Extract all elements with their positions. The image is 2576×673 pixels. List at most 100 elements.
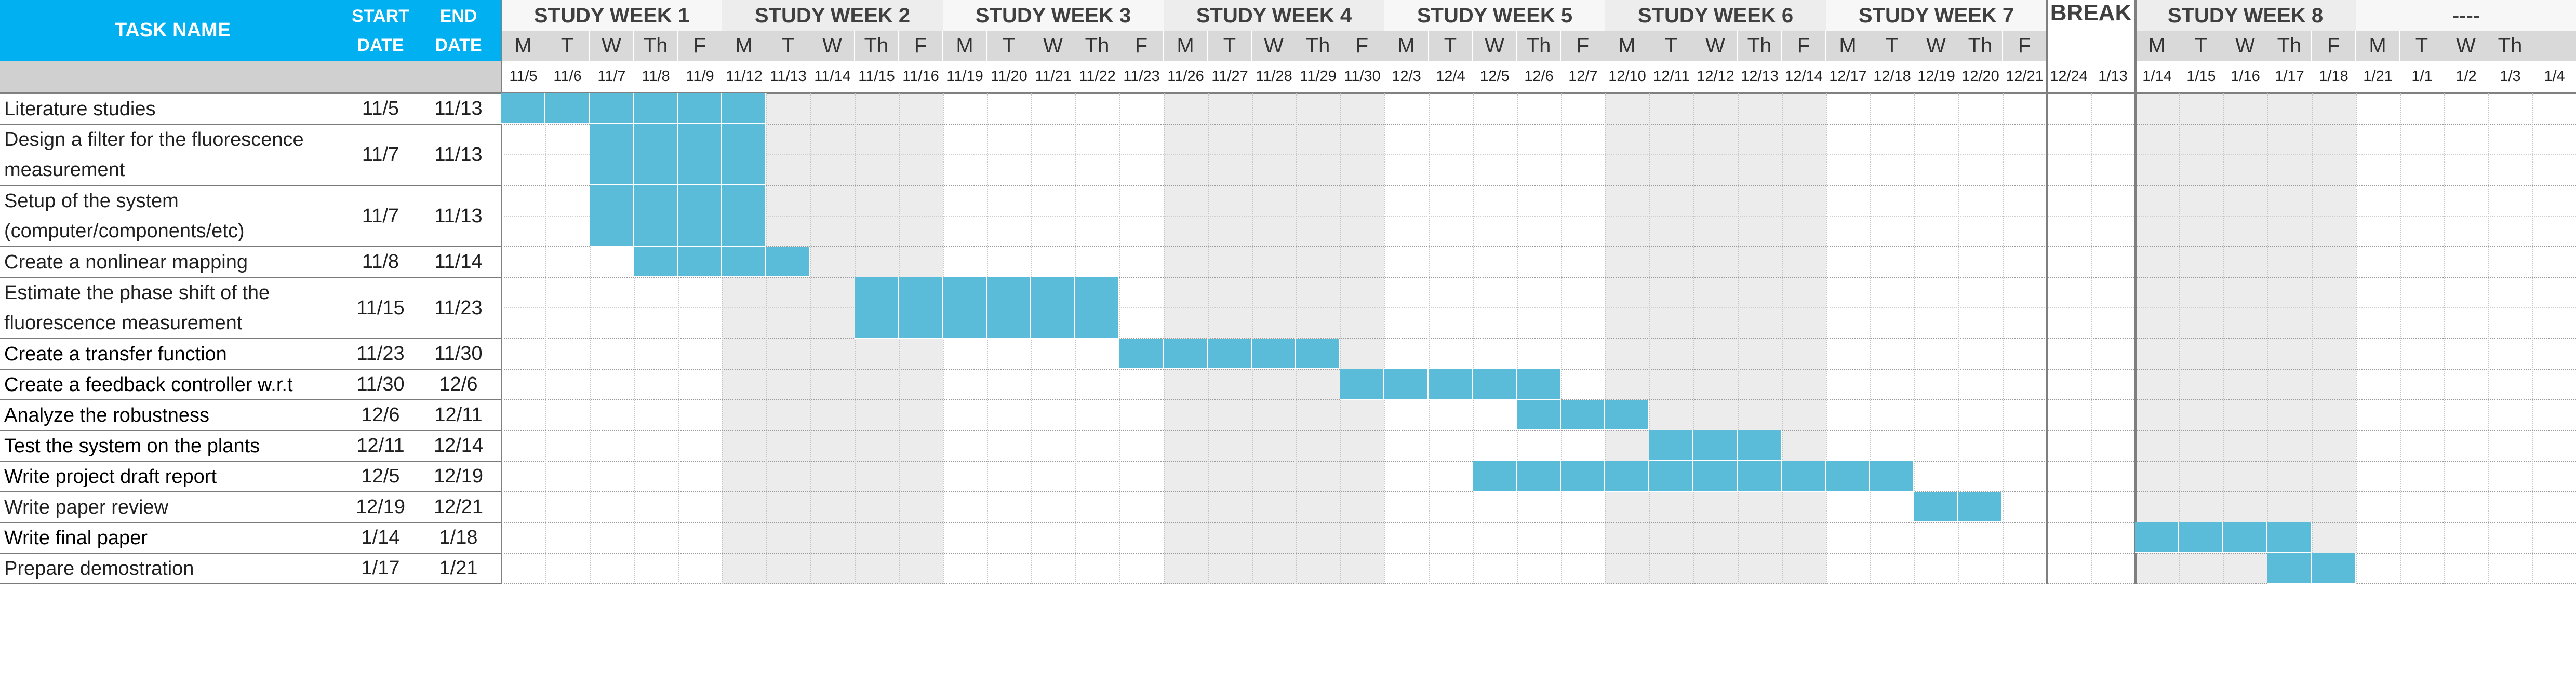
- date-header: 11/19: [946, 68, 983, 85]
- day-header: M: [2356, 31, 2400, 61]
- day-header: M: [1826, 31, 1870, 61]
- gantt-bar-segment: [1914, 492, 1958, 522]
- day-header: T: [2400, 31, 2444, 61]
- week-header: BREAK: [2047, 0, 2135, 31]
- column-gridline: [2400, 93, 2401, 584]
- task-name-header-label: TASK NAME: [114, 19, 231, 41]
- day-header: W: [2444, 31, 2488, 61]
- day-header: W: [2223, 31, 2267, 61]
- gantt-bar-segment: [678, 185, 722, 247]
- gantt-bar-segment: [722, 185, 766, 247]
- gantt-bar-segment: [2179, 522, 2223, 553]
- task-name-cell: Analyze the robustness: [4, 404, 210, 426]
- date-header: 12/3: [1392, 68, 1421, 85]
- date-header: 12/4: [1436, 68, 1465, 85]
- task-name-cell: Create a feedback controller w.r.t: [4, 373, 293, 396]
- task-start-date: 1/14: [361, 527, 400, 548]
- gantt-bar-segment: [1958, 492, 2003, 522]
- task-name-cell: Literature studies: [4, 98, 156, 120]
- task-start-date: 1/17: [361, 557, 400, 579]
- day-header: T: [987, 31, 1031, 61]
- column-gridline: [2312, 93, 2313, 584]
- gantt-bar-segment: [1340, 369, 1384, 400]
- date-header: 12/13: [1741, 68, 1779, 85]
- date-header: 1/18: [2319, 68, 2348, 85]
- date-header: 12/5: [1480, 68, 1510, 85]
- gantt-bar-segment: [501, 93, 545, 124]
- column-gridline: [545, 93, 546, 584]
- column-gridline: [899, 93, 900, 584]
- task-start-date: 11/23: [356, 343, 405, 365]
- day-header: Th: [1075, 31, 1119, 61]
- task-start-date: 11/5: [362, 98, 399, 119]
- day-header: M: [2135, 31, 2179, 61]
- column-gridline: [2223, 93, 2224, 584]
- row-gridline: [501, 338, 2576, 339]
- column-gridline: [1031, 93, 1032, 584]
- gantt-bar-segment: [899, 277, 943, 339]
- day-header: F: [1119, 31, 1164, 61]
- date-header: 11/14: [814, 68, 851, 85]
- row-divider-left: [0, 583, 501, 584]
- gantt-bar-segment: [1208, 339, 1252, 369]
- date-header: 1/17: [2275, 68, 2304, 85]
- row-half-gridline: [501, 154, 2576, 155]
- gantt-bar-segment: [855, 277, 899, 339]
- column-gridline: [2488, 93, 2489, 584]
- column-gridline: [2267, 93, 2268, 584]
- task-name-cell: Create a nonlinear mapping: [4, 251, 248, 273]
- day-header: F: [899, 31, 943, 61]
- date-header: 1/13: [2098, 68, 2128, 85]
- end-date-header-label: END DATE: [435, 6, 482, 55]
- column-gridline: [855, 93, 856, 584]
- task-end-date: 11/13: [434, 205, 483, 227]
- day-header: T: [1870, 31, 1914, 61]
- row-gridline: [501, 583, 2576, 584]
- date-header: 11/12: [726, 68, 763, 85]
- start-date-header-label: START DATE: [352, 6, 409, 55]
- column-gridline: [1340, 93, 1341, 584]
- week-header: STUDY WEEK 1: [501, 0, 722, 31]
- task-name-cell: Test the system on the plants: [4, 435, 260, 457]
- task-name-cell: Write paper review: [4, 496, 169, 518]
- task-end-date: 12/21: [433, 496, 484, 518]
- date-header: 12/6: [1524, 68, 1554, 85]
- date-header: 11/28: [1256, 68, 1292, 85]
- date-header: 11/30: [1344, 68, 1381, 85]
- day-header: M: [501, 31, 545, 61]
- column-gridline: [1429, 93, 1430, 584]
- break-border-left: [2046, 0, 2048, 584]
- date-header: 11/5: [509, 68, 538, 85]
- task-end-date: 1/18: [439, 527, 478, 548]
- date-header: 1/21: [2363, 68, 2393, 85]
- task-start-date: 12/5: [361, 465, 400, 487]
- column-gridline: [2003, 93, 2004, 584]
- column-gridline: [1561, 93, 1562, 584]
- column-gridline: [810, 93, 811, 584]
- week-header: STUDY WEEK 7: [1826, 0, 2047, 31]
- day-header: F: [1340, 31, 1384, 61]
- task-start-date: 11/15: [356, 297, 405, 319]
- column-gridline: [2532, 93, 2533, 584]
- task-name-cell: Prepare demostration: [4, 557, 194, 580]
- date-header: 1/14: [2142, 68, 2172, 85]
- day-header: W: [1693, 31, 1738, 61]
- day-header: F: [678, 31, 722, 61]
- day-header: T: [766, 31, 810, 61]
- column-gridline: [1473, 93, 1474, 584]
- day-header: M: [1164, 31, 1208, 61]
- break-border-right: [2134, 0, 2137, 584]
- week-header: ----: [2356, 0, 2576, 31]
- task-name-cell: Write final paper: [4, 527, 148, 549]
- row-half-gridline: [501, 307, 2576, 308]
- date-header: 11/22: [1079, 68, 1116, 85]
- date-header: 12/18: [1873, 68, 1911, 85]
- task-start-date: 12/11: [356, 435, 405, 456]
- gantt-bar-segment: [1561, 400, 1605, 430]
- day-header: Th: [2267, 31, 2312, 61]
- task-start-date: 11/7: [362, 143, 399, 166]
- task-name-header: TASK NAME: [0, 0, 345, 61]
- gantt-bar-segment: [1693, 461, 1738, 492]
- day-header: T: [545, 31, 590, 61]
- column-gridline: [1738, 93, 1739, 584]
